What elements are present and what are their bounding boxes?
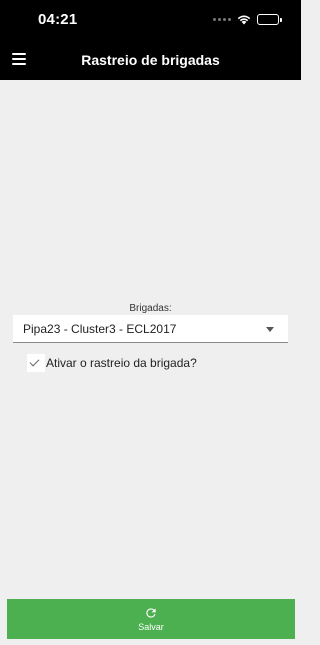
page-title: Rastreio de brigadas bbox=[81, 52, 220, 68]
tracking-checkbox-label: Ativar o rastreio da brigada? bbox=[46, 356, 197, 370]
status-bar: 04:21 bbox=[0, 0, 301, 40]
wifi-icon bbox=[237, 15, 251, 24]
refresh-icon bbox=[146, 608, 156, 618]
app-bar: Rastreio de brigadas bbox=[0, 40, 301, 80]
dropdown-arrow-icon bbox=[266, 327, 274, 332]
battery-icon bbox=[257, 13, 282, 25]
save-button-label: Salvar bbox=[138, 622, 164, 632]
save-button[interactable]: Salvar bbox=[7, 599, 295, 639]
status-icons bbox=[213, 12, 282, 26]
tracking-checkbox[interactable]: Ativar o rastreio da brigada? bbox=[27, 354, 197, 372]
brigadas-select-value: Pipa23 - Cluster3 - ECL2017 bbox=[23, 322, 177, 336]
status-time: 04:21 bbox=[38, 11, 78, 28]
brigadas-label: Brigadas: bbox=[129, 303, 172, 314]
signal-dots-icon bbox=[213, 17, 231, 21]
checkmark-icon[interactable] bbox=[27, 354, 45, 372]
brigadas-select[interactable]: Pipa23 - Cluster3 - ECL2017 bbox=[13, 315, 288, 343]
